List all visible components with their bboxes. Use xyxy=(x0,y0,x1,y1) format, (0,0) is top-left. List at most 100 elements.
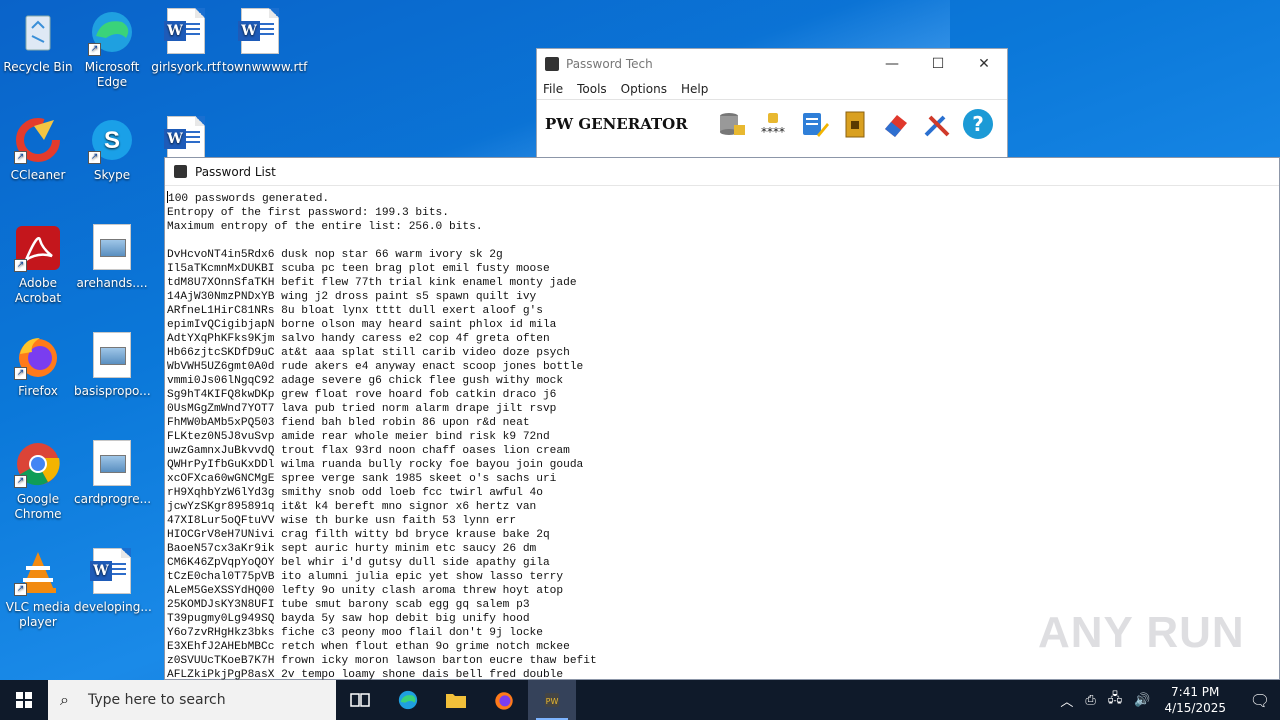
desktop-icon-developing[interactable]: W developing... xyxy=(74,548,152,615)
desktop-icon-adobe-acrobat[interactable]: ↗ Adobe Acrobat xyxy=(0,224,76,306)
toolbar: PW GENERATOR **** ? xyxy=(537,99,1007,147)
svg-text:?: ? xyxy=(972,112,984,136)
line-text: QWHrPyIfbGuKxDDl wilma ruanda bully rock… xyxy=(167,459,584,471)
brand-label: PW GENERATOR xyxy=(545,114,688,133)
taskbar-clock[interactable]: 7:41 PM 4/15/2025 xyxy=(1164,684,1226,716)
line-text: ALeM5GeXSSYdHQ00 lefty 9o unity clash ar… xyxy=(167,585,564,597)
line-text: epimIvQCigibjapN borne olson may heard s… xyxy=(167,319,557,331)
menu-options[interactable]: Options xyxy=(621,79,667,99)
desktop-icon-recycle-bin[interactable]: Recycle Bin xyxy=(0,8,76,75)
taskbar-password-tech-icon[interactable]: PW xyxy=(528,680,576,720)
password-line: Il5aTKcmnMxDUKBI scuba pc teen brag plot… xyxy=(167,262,597,276)
search-placeholder: Type here to search xyxy=(88,692,226,708)
desktop-icon-ccleaner[interactable]: ↗ CCleaner xyxy=(0,116,76,183)
minimize-button[interactable]: — xyxy=(869,49,915,79)
chevron-up-icon[interactable]: ︿ xyxy=(1060,691,1073,710)
line-text: Y6o7zvRHgHkz3bks fiche c3 peony moo flai… xyxy=(167,627,543,639)
password-tech-titlebar[interactable]: Password Tech — ☐ ✕ xyxy=(537,49,1007,79)
line-text: vmmi0Js06lNgqC92 adage severe g6 chick f… xyxy=(167,375,564,387)
start-button[interactable] xyxy=(0,680,48,720)
menu-tools[interactable]: Tools xyxy=(577,79,607,99)
password-list-text[interactable]: 100 passwords generated. Entropy of the f… xyxy=(167,191,597,682)
line-text: jcwYzSKgr895891q it&t k4 bereft mno sign… xyxy=(167,501,537,513)
desktop-icon-skype[interactable]: S ↗ Skype xyxy=(74,116,150,183)
desktop-icon-label: Skype xyxy=(93,168,131,182)
desktop-icon-microsoft-edge[interactable]: ↗ Microsoft Edge xyxy=(74,8,150,90)
tools-icon[interactable] xyxy=(920,107,954,141)
clock-date: 4/15/2025 xyxy=(1164,701,1226,715)
vault-icon[interactable] xyxy=(838,107,872,141)
password-line: AdtYXqPhKFks9Kjm salvo handy caress e2 c… xyxy=(167,332,597,346)
password-line: CM6K46ZpVqpYoQOY bel whir i'd gutsy dull… xyxy=(167,556,597,570)
desktop-icon-vlc[interactable]: ↗ VLC media player xyxy=(0,548,76,630)
line-text: Sg9hT4KIFQ8kwDKp grew float rove hoard f… xyxy=(167,389,557,401)
line-text: Entropy of the first password: 199.3 bit… xyxy=(167,207,449,219)
database-icon[interactable] xyxy=(715,107,749,141)
password-line: rH9XqhbYzW6lYd3g smithy snob odd loeb fc… xyxy=(167,486,597,500)
desktop-icon-google-chrome[interactable]: ↗ Google Chrome xyxy=(0,440,76,522)
password-line: HIOCGrV8eH7UNivi crag filth witty bd bry… xyxy=(167,528,597,542)
line-text: rH9XqhbYzW6lYd3g smithy snob odd loeb fc… xyxy=(167,487,543,499)
help-icon[interactable]: ? xyxy=(961,107,995,141)
password-line: FhMW0bAMb5xPQ503 fiend bah bled robin 86… xyxy=(167,416,597,430)
password-line: z0SVUUcTKoeB7K7H frown icky moron lawson… xyxy=(167,654,597,668)
line-text: 25KOMDJsKY3N8UFI tube smut barony scab e… xyxy=(167,599,530,611)
taskbar-edge-icon[interactable] xyxy=(384,680,432,720)
password-line: tdM8U7XOnnSfaTKH befit flew 77th trial k… xyxy=(167,276,597,290)
clock-time: 7:41 PM xyxy=(1171,685,1220,699)
desktop-icon-townwwww[interactable]: W townwwww.rtf xyxy=(222,8,307,75)
network-icon[interactable]: 🖧 xyxy=(1108,689,1123,711)
taskbar-firefox-icon[interactable] xyxy=(480,680,528,720)
line-text: 100 passwords generated. xyxy=(168,193,330,205)
menu-file[interactable]: File xyxy=(543,79,563,99)
desktop-icon-cardprogre[interactable]: cardprogre... xyxy=(74,440,151,507)
volume-icon[interactable]: 🔊 xyxy=(1134,693,1150,708)
line-text: 0UsMGgZmWnd7YOT7 lava pub tried norm ala… xyxy=(167,403,557,415)
desktop-icon-girlsyork[interactable]: W girlsyork.rtf xyxy=(148,8,224,75)
desktop-icon-basispropo[interactable]: basispropo... xyxy=(74,332,151,399)
menu-bar: File Tools Options Help xyxy=(537,79,1007,99)
desktop-icon-label: CCleaner xyxy=(10,168,66,182)
line-text: CM6K46ZpVqpYoQOY bel whir i'd gutsy dull… xyxy=(167,557,550,569)
password-line: E3XEhfJ2AHEbMBCc retch when flout ethan … xyxy=(167,640,597,654)
password-list-titlebar[interactable]: Password List xyxy=(165,158,1279,186)
list-header-line: 100 passwords generated. xyxy=(167,191,597,206)
close-button[interactable]: ✕ xyxy=(961,49,1007,79)
system-tray: ︿ ⎙ 🖧 🔊 7:41 PM 4/15/2025 🗨 xyxy=(1054,680,1280,720)
search-icon: ⌕ xyxy=(60,690,69,709)
password-tech-window[interactable]: Password Tech — ☐ ✕ File Tools Options H… xyxy=(536,48,1008,158)
desktop-icon-label: Microsoft Edge xyxy=(84,60,140,89)
edge-icon: ↗ xyxy=(88,8,136,56)
line-text: ARfneL1HirC81NRs 8u bloat lynx tttt dull… xyxy=(167,305,543,317)
line-text: Il5aTKcmnMxDUKBI scuba pc teen brag plot… xyxy=(167,263,550,275)
windows-logo-icon xyxy=(16,692,32,708)
task-view-button[interactable] xyxy=(336,680,384,720)
line-text: tCzE0chal0T75pVB ito alumni julia epic y… xyxy=(167,571,564,583)
password-mask-icon[interactable]: **** xyxy=(756,107,790,141)
vlc-icon: ↗ xyxy=(14,548,62,596)
password-line: T39pugmy0Lg949SQ bayda 5y saw hop debit … xyxy=(167,612,597,626)
list-header-line: Maximum entropy of the entire list: 256.… xyxy=(167,220,597,234)
svg-text:S: S xyxy=(104,127,120,154)
maximize-button[interactable]: ☐ xyxy=(915,49,961,79)
window-title: Password Tech xyxy=(566,57,653,71)
taskbar-search[interactable]: ⌕ Type here to search xyxy=(48,680,336,720)
desktop-icon-arehands[interactable]: arehands.... xyxy=(74,224,150,291)
desktop-icon-firefox[interactable]: ↗ Firefox xyxy=(0,332,76,399)
list-header-line: Entropy of the first password: 199.3 bit… xyxy=(167,206,597,220)
desktop-icon-label: developing... xyxy=(74,600,152,614)
image-doc-icon xyxy=(88,332,136,380)
password-list-window[interactable]: Password List 100 passwords generated. En… xyxy=(164,157,1280,682)
taskbar-file-explorer-icon[interactable] xyxy=(432,680,480,720)
device-icon[interactable]: ⎙ xyxy=(1085,693,1095,708)
app-cube-icon xyxy=(174,165,187,178)
line-text: z0SVUUcTKoeB7K7H frown icky moron lawson… xyxy=(167,655,597,667)
menu-help[interactable]: Help xyxy=(681,79,708,99)
clipboard-edit-icon[interactable] xyxy=(797,107,831,141)
line-text: 14AjW30NmzPNDxYB wing j2 dross paint s5 … xyxy=(167,291,537,303)
chrome-icon: ↗ xyxy=(14,440,62,488)
eraser-icon[interactable] xyxy=(879,107,913,141)
password-line: WbVWH5UZ6gmt0A0d rude akers e4 anyway en… xyxy=(167,360,597,374)
notification-icon[interactable]: 🗨 xyxy=(1240,691,1280,710)
